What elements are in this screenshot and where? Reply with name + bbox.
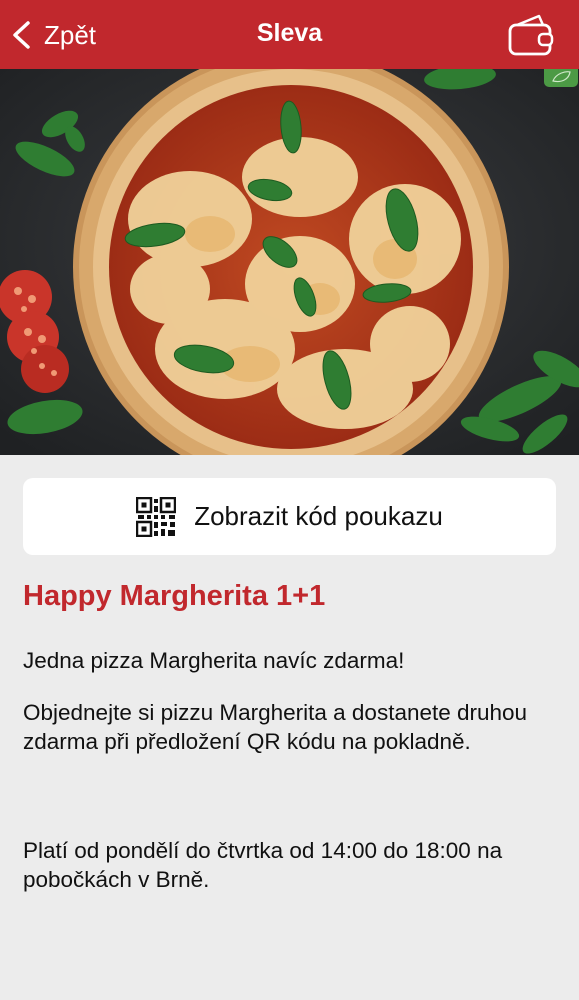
qr-code-icon <box>136 496 177 537</box>
promo-tagline: Jedna pizza Margherita navíc zdarma! <box>23 648 405 673</box>
show-voucher-code-label: Zobrazit kód poukazu <box>194 501 443 531</box>
promo-validity: Platí od pondělí do čtvrtka od 14:00 do … <box>23 838 503 892</box>
promo-image <box>0 69 579 455</box>
pizza-photo <box>0 69 579 455</box>
promo-title: Happy Margherita 1+1 <box>23 580 326 612</box>
promo-description: Objednejte si pizzu Margherita a dostane… <box>23 700 528 754</box>
wallet-button[interactable] <box>507 13 555 57</box>
show-voucher-code-button[interactable]: Zobrazit kód poukazu <box>23 478 556 555</box>
page-title: Sleva <box>256 19 323 47</box>
wallet-icon <box>508 14 554 56</box>
navigation-bar: Zpět Sleva <box>0 0 579 69</box>
